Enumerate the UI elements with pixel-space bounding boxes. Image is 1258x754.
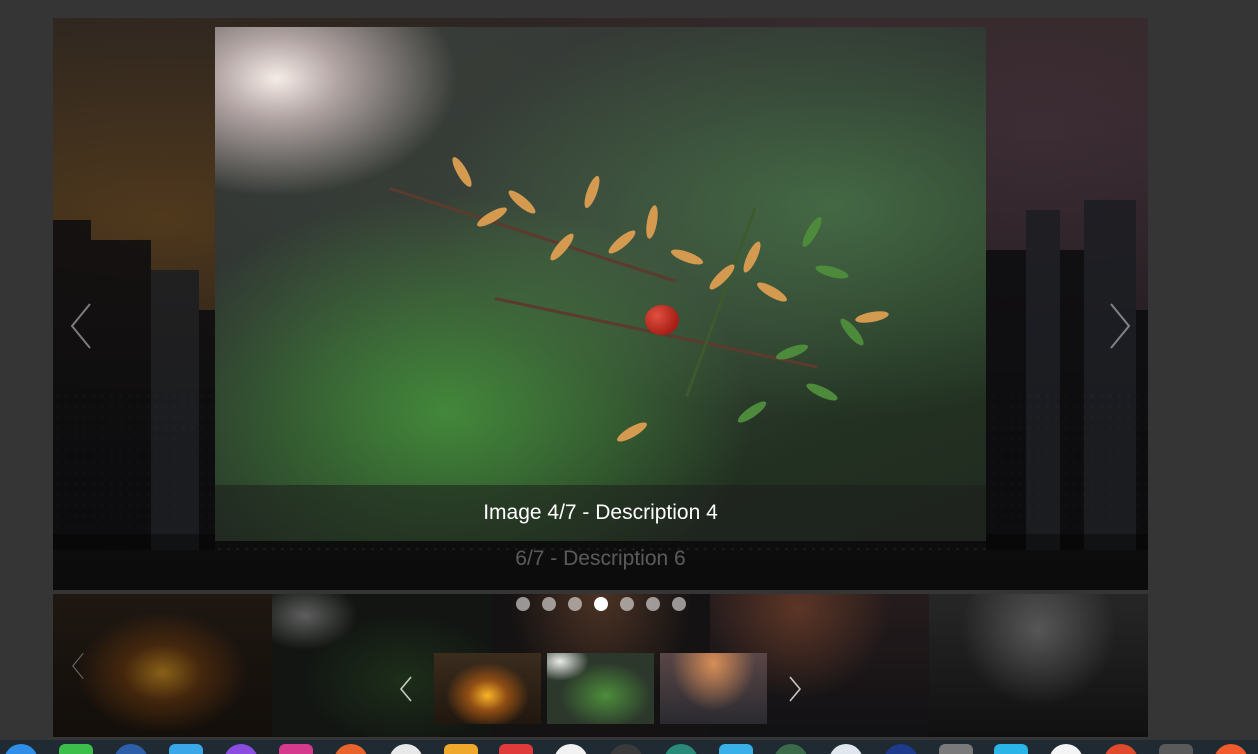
app-icon-white4[interactable] (1049, 744, 1083, 754)
app-icon-white2[interactable] (554, 744, 588, 754)
app-icon-orange[interactable] (334, 744, 368, 754)
app-icon-teal[interactable] (664, 744, 698, 754)
red-berry (645, 305, 679, 335)
chevron-left-icon (72, 652, 84, 680)
main-carousel: 6/7 - Description 6 Image 4/7 - Descript… (53, 18, 1148, 590)
plant-leaf (814, 262, 850, 282)
app-icon-navy[interactable] (884, 744, 918, 754)
app-icon-green[interactable] (774, 744, 808, 754)
carousel-prev-button[interactable] (61, 296, 101, 356)
thumbnail-city[interactable] (660, 653, 767, 724)
pagination-dot[interactable] (516, 597, 530, 611)
chevron-right-icon (789, 676, 802, 702)
app-icon-yellow[interactable] (444, 744, 478, 754)
plant-leaf (735, 398, 769, 426)
pagination-dot[interactable] (672, 597, 686, 611)
plant-leaf (740, 239, 764, 275)
app-icon-sky[interactable] (994, 744, 1028, 754)
app-icon-white3[interactable] (829, 744, 863, 754)
pagination-dot[interactable] (568, 597, 582, 611)
thumbnail-next-button[interactable] (783, 672, 807, 706)
plant-leaf (505, 187, 539, 217)
plant-leaf (581, 174, 603, 210)
app-icon-purple[interactable] (224, 744, 258, 754)
skyline-building (91, 240, 151, 550)
dock (0, 740, 1258, 754)
skyline-building (53, 220, 91, 550)
chevron-left-icon (399, 676, 412, 702)
pagination-dot[interactable] (542, 597, 556, 611)
folder-icon[interactable] (169, 744, 203, 754)
app-icon-white[interactable] (389, 744, 423, 754)
app-icon-red2[interactable] (1104, 744, 1138, 754)
app-icon-blue[interactable] (114, 744, 148, 754)
thumbnail-prev-button[interactable] (394, 672, 418, 706)
plant-leaf (644, 204, 660, 240)
plant-leaf (669, 246, 705, 268)
thumbnail-plant[interactable] (547, 653, 654, 724)
plant-leaf (449, 154, 475, 190)
skyline-building (151, 270, 199, 550)
plant-leaf (799, 214, 825, 250)
background-slide-caption: 6/7 - Description 6 (53, 534, 1148, 590)
chevron-left-icon (70, 303, 91, 349)
pagination-dot[interactable] (646, 597, 660, 611)
pagination-dot[interactable] (620, 597, 634, 611)
app-icon-red[interactable] (499, 744, 533, 754)
plant-leaf (614, 419, 650, 445)
chevron-right-icon (1110, 303, 1131, 349)
plant-leaf (605, 227, 639, 257)
gallery-page: 6/7 - Description 6 Image 4/7 - Descript… (0, 0, 1258, 754)
app-icon-grey[interactable] (939, 744, 973, 754)
trash-icon[interactable] (59, 744, 93, 754)
app-icon-magenta[interactable] (279, 744, 313, 754)
pagination-dot[interactable] (594, 597, 608, 611)
app-icon-cyan[interactable] (719, 744, 753, 754)
skyline-building (1084, 200, 1136, 550)
active-slide-caption: Image 4/7 - Description 4 (215, 485, 986, 541)
plant-stem (685, 207, 757, 397)
finder-icon[interactable] (4, 744, 38, 754)
thumbnail-arch[interactable] (434, 653, 541, 724)
active-slide-image[interactable]: Image 4/7 - Description 4 (215, 27, 986, 541)
skyline-building (199, 310, 215, 550)
skyline-building (1026, 210, 1060, 550)
strip-slide-monochrome (929, 594, 1148, 737)
skyline-building (1060, 250, 1084, 550)
plant-leaf (706, 261, 738, 293)
plant-leaf (804, 380, 840, 404)
app-icon-orange2[interactable] (1214, 744, 1248, 754)
strip-prev-button[interactable] (63, 644, 93, 688)
app-icon-grey2[interactable] (1159, 744, 1193, 754)
plant-leaf (754, 279, 790, 305)
pagination-dots (516, 597, 686, 611)
plant-leaf (854, 309, 890, 325)
carousel-next-button[interactable] (1100, 296, 1140, 356)
app-icon-dark[interactable] (609, 744, 643, 754)
skyline-building (986, 250, 1026, 550)
